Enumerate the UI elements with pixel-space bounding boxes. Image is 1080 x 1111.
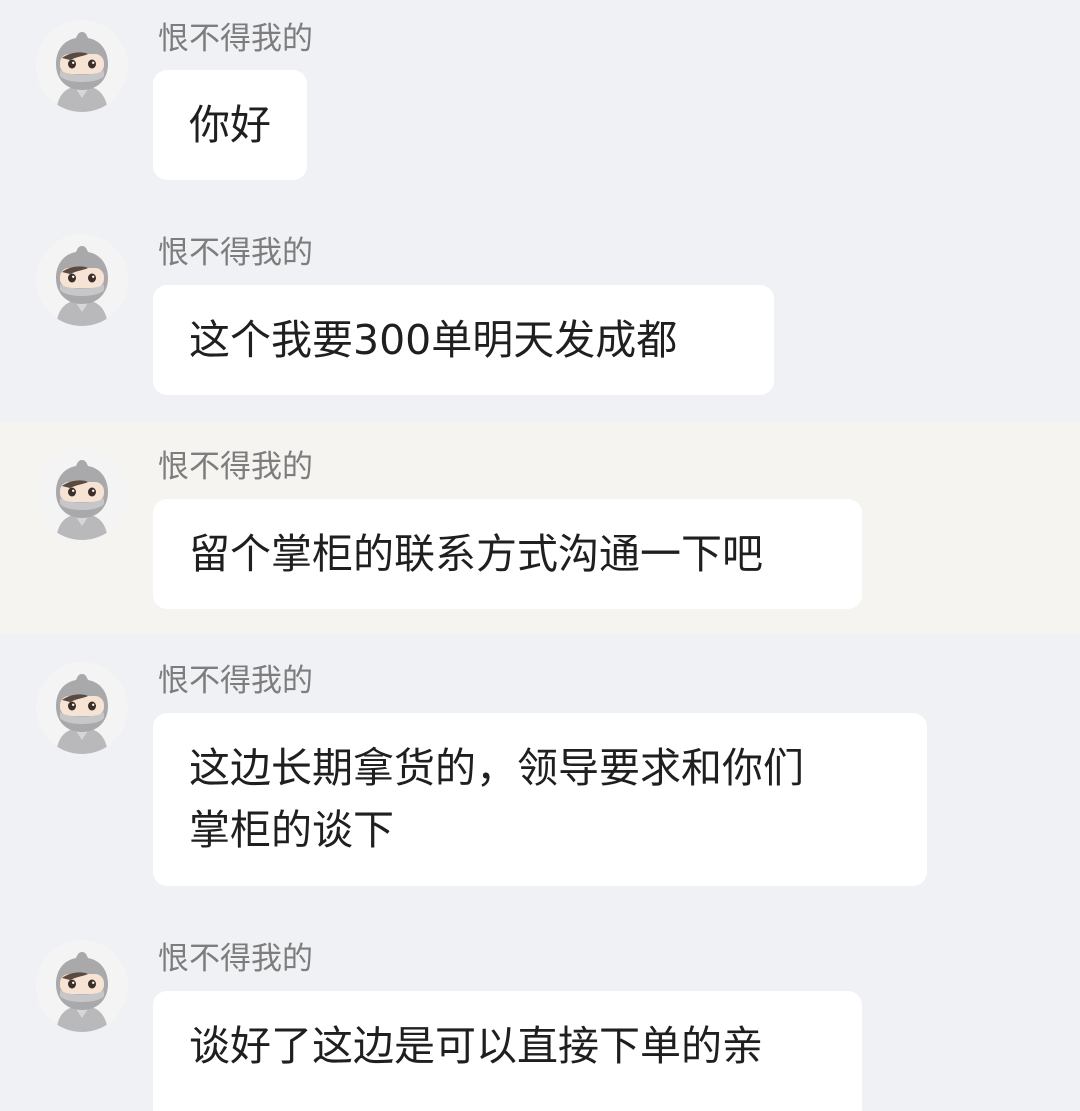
message-text: 留个掌柜的联系方式沟通一下吧 (189, 530, 763, 578)
message-bubble[interactable]: 留个掌柜的联系方式沟通一下吧 (153, 499, 862, 609)
message-row: 恨不得我的 这个我要300单明天发成都 (0, 214, 1080, 414)
message-bubble[interactable]: 你好 (153, 70, 307, 180)
message-row: 恨不得我的 你好 (0, 0, 1080, 200)
ninja-avatar-icon[interactable] (36, 662, 128, 754)
sender-name: 恨不得我的 (158, 663, 313, 699)
sender-name: 恨不得我的 (158, 449, 313, 485)
message-text: 你好 (189, 101, 271, 149)
message-text: 掌柜的谈下 (189, 806, 394, 854)
message-text: 这边长期拿货的，领导要求和你们 (189, 744, 804, 792)
message-text: 这个我要300单明天发成都 (189, 316, 678, 364)
message-row: 恨不得我的 谈好了这边是可以直接下单的亲 (0, 920, 1080, 1111)
sender-name: 恨不得我的 (158, 235, 313, 271)
message-bubble[interactable]: 谈好了这边是可以直接下单的亲 (153, 991, 862, 1111)
sender-name: 恨不得我的 (158, 941, 313, 977)
ninja-avatar-icon[interactable] (36, 20, 128, 112)
message-bubble[interactable]: 这个我要300单明天发成都 (153, 285, 774, 395)
message-row-highlighted: 恨不得我的 留个掌柜的联系方式沟通一下吧 (0, 422, 1080, 634)
ninja-avatar-icon[interactable] (36, 448, 128, 540)
ninja-avatar-icon[interactable] (36, 940, 128, 1032)
sender-name: 恨不得我的 (158, 21, 313, 57)
message-row: 恨不得我的 这边长期拿货的，领导要求和你们 掌柜的谈下 (0, 642, 1080, 902)
ninja-avatar-icon[interactable] (36, 234, 128, 326)
chat-message-list[interactable]: 恨不得我的 你好 恨不得我的 这个我要300单明天发成都 恨不得我的 留个掌柜的… (0, 0, 1080, 1111)
message-bubble[interactable]: 这边长期拿货的，领导要求和你们 掌柜的谈下 (153, 713, 927, 886)
message-text: 谈好了这边是可以直接下单的亲 (189, 1022, 763, 1070)
